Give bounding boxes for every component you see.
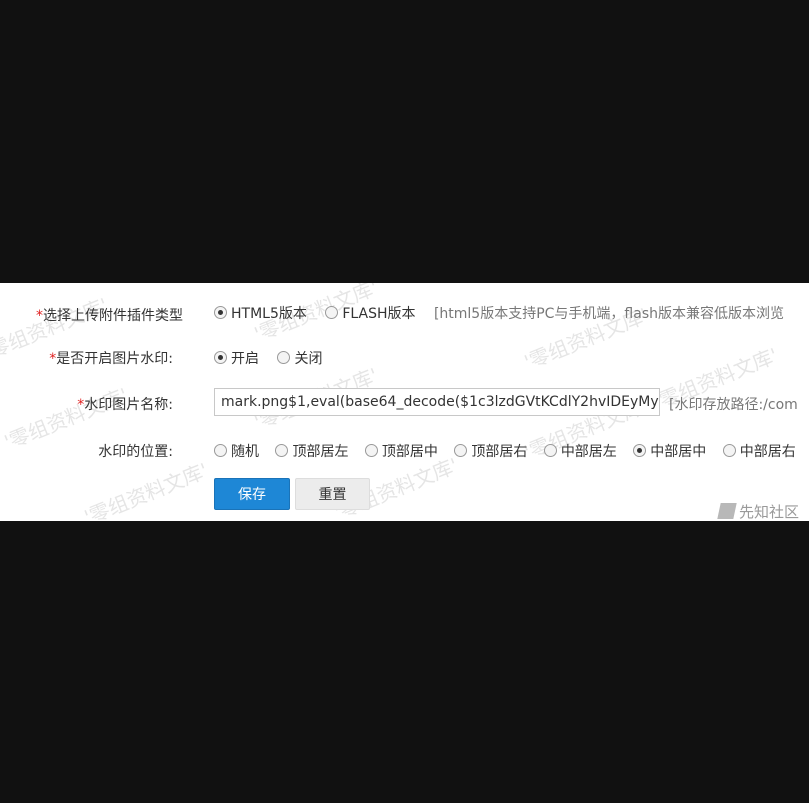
radio-unchecked-icon[interactable] — [543, 444, 557, 457]
settings-panel: '零组资料文库' '零组资料文库' '零组资料文库' '零组资料文库' '零组资… — [0, 283, 809, 521]
radio-random[interactable]: 随机 — [214, 444, 259, 460]
watermark-name-label: *水印图片名称: — [77, 397, 173, 413]
watermark-position-label: 水印的位置: — [98, 444, 173, 460]
save-button[interactable]: 保存 — [214, 478, 290, 510]
watermark-name-input[interactable]: mark.png$1,eval(base64_decode($1c3lzdGVt… — [214, 388, 660, 416]
reset-button[interactable]: 重置 — [295, 478, 370, 510]
brand-logo: 先知社区 — [717, 501, 799, 521]
radio-disable[interactable]: 关闭 — [277, 351, 322, 367]
radio-flash[interactable]: FLASH版本 — [325, 306, 416, 322]
radio-middle-right[interactable]: 中部居右 — [722, 444, 796, 460]
upload-plugin-options: HTML5版本 FLASH版本 [html5版本支持PC与手机端，flash版本… — [214, 303, 784, 323]
radio-top-left[interactable]: 顶部居左 — [275, 444, 348, 460]
radio-top-center[interactable]: 顶部居中 — [364, 444, 438, 460]
radio-html5[interactable]: HTML5版本 — [214, 306, 307, 322]
radio-unchecked-icon[interactable] — [277, 351, 291, 364]
radio-middle-center[interactable]: 中部居中 — [633, 444, 706, 460]
radio-unchecked-icon[interactable] — [275, 444, 289, 457]
radio-checked-icon[interactable] — [214, 351, 227, 364]
radio-unchecked-icon[interactable] — [325, 306, 339, 319]
xianzhi-logo-icon — [717, 503, 737, 519]
watermark-enable-label: *是否开启图片水印: — [49, 351, 173, 367]
radio-unchecked-icon[interactable] — [722, 444, 736, 457]
watermark-enable-options: 开启 关闭 — [214, 348, 336, 368]
radio-unchecked-icon[interactable] — [454, 444, 468, 457]
radio-unchecked-icon[interactable] — [214, 444, 227, 457]
watermark-position-options: 随机 顶部居左 顶部居中 顶部居右 中部居左 中部居中 中部居右 — [214, 441, 808, 461]
watermark-path-hint: [水印存放路径:/com — [669, 397, 798, 413]
radio-enable[interactable]: 开启 — [214, 351, 259, 367]
required-mark: * — [36, 308, 43, 324]
radio-checked-icon[interactable] — [214, 306, 227, 319]
radio-unchecked-icon[interactable] — [364, 444, 378, 457]
radio-checked-icon[interactable] — [633, 444, 647, 457]
radio-top-right[interactable]: 顶部居右 — [454, 444, 527, 460]
upload-plugin-label: *选择上传附件插件类型 — [36, 308, 183, 324]
upload-plugin-hint: [html5版本支持PC与手机端，flash版本兼容低版本浏览 — [433, 306, 784, 322]
radio-middle-left[interactable]: 中部居左 — [543, 444, 617, 460]
watermark-text: '零组资料文库' — [80, 458, 212, 521]
